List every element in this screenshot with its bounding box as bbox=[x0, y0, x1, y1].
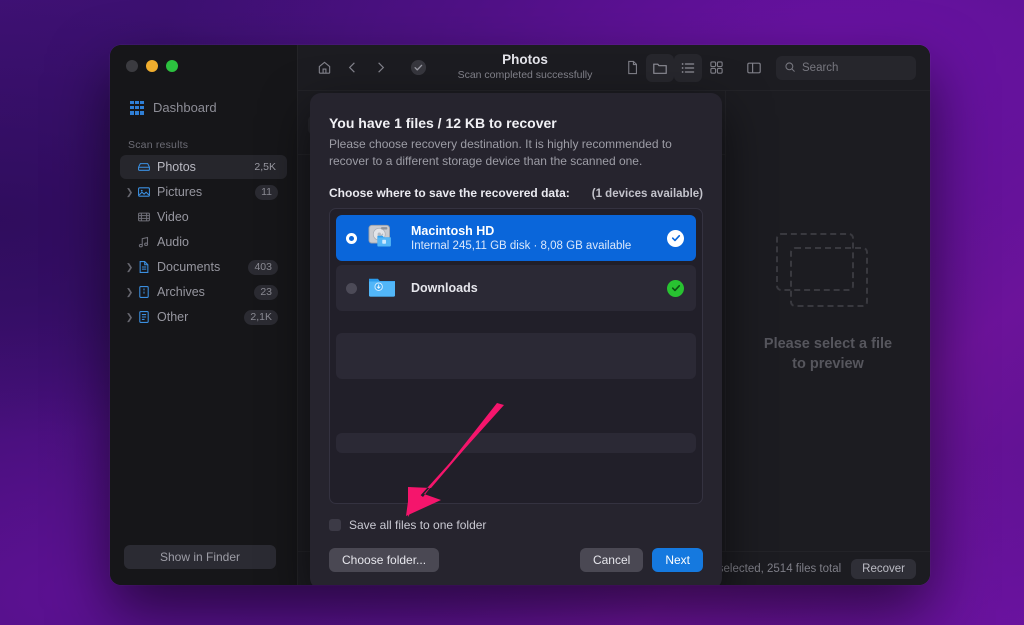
forward-icon[interactable] bbox=[366, 54, 394, 82]
show-in-finder-button[interactable]: Show in Finder bbox=[124, 545, 276, 569]
window-controls bbox=[110, 45, 297, 72]
sidebar-item-count: 2,1K bbox=[244, 309, 278, 325]
device-row[interactable]: Macintosh HD Internal 245,11 GB disk · 8,… bbox=[336, 215, 696, 262]
list-view-icon[interactable] bbox=[674, 53, 702, 82]
choose-destination-label: Choose where to save the recovered data: bbox=[329, 186, 570, 201]
sidebar-item-count: 403 bbox=[248, 259, 278, 275]
other-icon bbox=[135, 310, 152, 324]
scan-results-heading: Scan results bbox=[128, 139, 189, 151]
sidebar-item-photos[interactable]: Photos 2,5K bbox=[120, 155, 287, 179]
choose-folder-button[interactable]: Choose folder... bbox=[329, 548, 440, 572]
next-button[interactable]: Next bbox=[652, 548, 703, 572]
recover-button[interactable]: Recover bbox=[851, 558, 916, 579]
preview-placeholder-text: Please select a file to preview bbox=[764, 335, 892, 374]
sidebar-nav: Photos 2,5K ❯ Pictures 11 Video Audio ❯ Document… bbox=[110, 155, 297, 330]
dialog-subtitle: Please choose recovery destination. It i… bbox=[329, 137, 672, 169]
dialog-buttons: Choose folder... Cancel Next bbox=[329, 548, 703, 572]
devices-available-count: (1 devices available) bbox=[591, 188, 703, 201]
device-row[interactable]: Downloads bbox=[336, 265, 696, 312]
device-check-icon bbox=[667, 279, 684, 297]
maximize-button[interactable] bbox=[166, 60, 178, 72]
sidebar-item-label: Audio bbox=[157, 235, 189, 249]
chevron-right-icon[interactable]: ❯ bbox=[124, 287, 135, 297]
drive-icon bbox=[135, 160, 152, 174]
hard-drive-icon bbox=[367, 223, 401, 253]
device-list[interactable]: Macintosh HD Internal 245,11 GB disk · 8,… bbox=[329, 208, 703, 504]
toggle-sidebar-icon[interactable] bbox=[740, 54, 768, 82]
device-details: Internal 245,11 GB disk · 8,08 GB availa… bbox=[411, 240, 632, 253]
preview-pane: Please select a file to preview bbox=[725, 91, 930, 551]
preview-text-line2: to preview bbox=[792, 356, 864, 372]
sidebar-item-dashboard[interactable]: Dashboard bbox=[124, 96, 285, 119]
device-text: Downloads bbox=[411, 281, 657, 295]
sidebar-item-label: Other bbox=[157, 310, 189, 324]
sidebar-item-video[interactable]: Video bbox=[120, 205, 287, 229]
device-row-placeholder bbox=[336, 315, 696, 329]
dialog-title: You have 1 files / 12 KB to recover bbox=[329, 115, 557, 131]
search-placeholder: Search bbox=[802, 61, 839, 74]
archive-icon bbox=[135, 285, 152, 299]
device-check-icon bbox=[667, 229, 684, 247]
dashboard-label: Dashboard bbox=[153, 100, 217, 115]
sidebar-item-pictures[interactable]: ❯ Pictures 11 bbox=[120, 180, 287, 204]
sidebar-item-count: 11 bbox=[255, 184, 278, 200]
minimize-button[interactable] bbox=[146, 60, 158, 72]
preview-placeholder-icon bbox=[776, 233, 880, 311]
document-icon bbox=[135, 260, 152, 274]
downloads-folder-icon bbox=[367, 273, 401, 303]
page-title-text: Photos bbox=[502, 52, 548, 68]
sidebar-item-label: Photos bbox=[157, 160, 196, 174]
sidebar-item-count: 2,5K bbox=[254, 160, 276, 173]
back-icon[interactable] bbox=[338, 54, 366, 82]
home-icon[interactable] bbox=[310, 54, 338, 82]
cancel-button[interactable]: Cancel bbox=[579, 548, 644, 572]
sidebar-item-audio[interactable]: Audio bbox=[120, 230, 287, 254]
scan-status-check-icon[interactable] bbox=[404, 54, 432, 82]
search-input[interactable]: Search bbox=[776, 55, 916, 80]
recovery-destination-dialog: You have 1 files / 12 KB to recover Plea… bbox=[310, 93, 722, 585]
chevron-right-icon[interactable]: ❯ bbox=[124, 187, 135, 197]
sidebar-item-count: 23 bbox=[254, 284, 278, 300]
chevron-right-icon[interactable]: ❯ bbox=[124, 312, 135, 322]
audio-icon bbox=[135, 235, 152, 249]
device-row-placeholder bbox=[336, 333, 696, 380]
chevron-right-icon[interactable]: ❯ bbox=[124, 262, 135, 272]
preview-text-line1: Please select a file bbox=[763, 336, 893, 353]
save-all-checkbox[interactable] bbox=[329, 519, 341, 531]
sidebar: Dashboard Scan results Photos 2,5K ❯ Pictur… bbox=[110, 45, 298, 585]
device-name: Downloads bbox=[411, 281, 478, 296]
grid-icon bbox=[130, 100, 144, 115]
sidebar-item-archives[interactable]: ❯ Archives 23 bbox=[120, 280, 287, 304]
device-radio[interactable] bbox=[346, 282, 357, 294]
sidebar-item-documents[interactable]: ❯ Documents 403 bbox=[120, 255, 287, 279]
choose-destination-row: Choose where to save the recovered data:… bbox=[329, 186, 703, 200]
sidebar-item-label: Archives bbox=[157, 285, 205, 299]
video-icon bbox=[135, 210, 152, 224]
app-window: Dashboard Scan results Photos 2,5K ❯ Pictur… bbox=[110, 45, 930, 585]
device-radio[interactable] bbox=[346, 232, 357, 244]
device-row-placeholder bbox=[336, 433, 696, 454]
close-button[interactable] bbox=[126, 60, 138, 72]
dialog-footer: Save all files to one folder Choose fold… bbox=[329, 504, 703, 572]
device-row-placeholder bbox=[336, 383, 696, 429]
image-icon bbox=[135, 185, 152, 199]
device-text: Macintosh HD Internal 245,11 GB disk · 8,… bbox=[411, 224, 657, 252]
sidebar-item-label: Video bbox=[157, 210, 189, 224]
file-view-icon[interactable] bbox=[618, 54, 646, 82]
sidebar-item-other[interactable]: ❯ Other 2,1K bbox=[120, 305, 287, 329]
search-icon bbox=[785, 62, 795, 72]
device-name: Macintosh HD bbox=[411, 224, 495, 239]
page-subtitle-text: Scan completed successfully bbox=[457, 68, 593, 81]
folder-view-icon[interactable] bbox=[646, 53, 674, 82]
sidebar-item-label: Documents bbox=[157, 260, 221, 274]
grid-view-icon[interactable] bbox=[702, 54, 730, 82]
page-title: Photos Scan completed successfully bbox=[432, 52, 618, 83]
toolbar: Photos Scan completed successfully Searc… bbox=[298, 45, 930, 91]
save-all-label: Save all files to one folder bbox=[349, 518, 487, 532]
save-all-checkbox-row[interactable]: Save all files to one folder bbox=[329, 518, 703, 532]
sidebar-item-label: Pictures bbox=[157, 185, 203, 199]
